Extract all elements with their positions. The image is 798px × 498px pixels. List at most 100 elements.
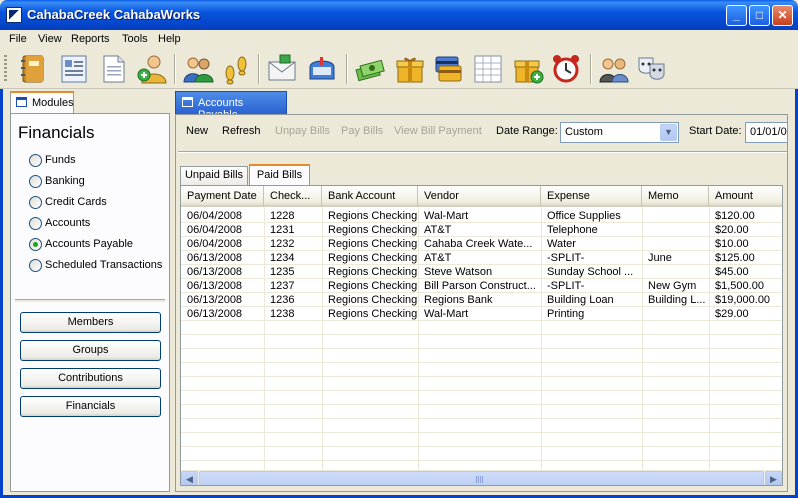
column-header-amount[interactable]: Amount <box>709 186 782 207</box>
cell-payment-date: 06/04/2008 <box>187 210 243 222</box>
table-row[interactable]: 06/04/2008 1228 Regions Checking Wal-Mart Of… <box>181 209 782 223</box>
cell-payment-date: 06/13/2008 <box>187 308 243 320</box>
toolbar-grip[interactable] <box>4 55 7 83</box>
cell-amount: $125.00 <box>715 252 755 264</box>
radio-funds[interactable] <box>29 154 42 167</box>
scroll-left-icon[interactable]: ◀ <box>181 471 198 485</box>
scroll-right-icon[interactable]: ▶ <box>765 471 782 485</box>
cell-memo: New Gym <box>648 280 697 292</box>
minimize-button[interactable]: _ <box>726 5 747 26</box>
cell-expense: Office Supplies <box>547 210 621 222</box>
new-button[interactable]: New <box>186 125 208 137</box>
empty-row <box>181 391 782 405</box>
cell-amount: $20.00 <box>715 224 749 236</box>
radio-banking[interactable] <box>29 175 42 188</box>
date-range-select[interactable]: Custom ▼ <box>560 122 679 143</box>
table-row[interactable]: 06/13/2008 1238 Regions Checking Wal-Mart Pr… <box>181 307 782 321</box>
cell-check: 1238 <box>270 308 295 320</box>
radio-label-accounts-payable[interactable]: Accounts Payable <box>45 238 133 250</box>
mailbox-icon[interactable] <box>306 53 338 85</box>
empty-row <box>181 433 782 447</box>
table-row[interactable]: 06/13/2008 1236 Regions Checking Regions Ba… <box>181 293 782 307</box>
members-button[interactable]: Members <box>20 312 161 333</box>
chevron-down-icon[interactable]: ▼ <box>660 124 677 141</box>
column-header-expense[interactable]: Expense <box>541 186 642 207</box>
title-bar[interactable]: CahabaCreek CahabaWorks _ □ ✕ <box>0 0 798 30</box>
column-header-check[interactable]: Check... <box>264 186 322 207</box>
unpay-bills-button[interactable]: Unpay Bills <box>275 125 330 137</box>
radio-label-credit-cards[interactable]: Credit Cards <box>45 196 107 208</box>
people-icon[interactable] <box>182 53 214 85</box>
document-icon[interactable] <box>98 53 130 85</box>
window-border-left <box>0 30 3 498</box>
member-list-icon[interactable] <box>58 53 90 85</box>
radio-credit-cards[interactable] <box>29 196 42 209</box>
radio-label-accounts[interactable]: Accounts <box>45 217 90 229</box>
cell-expense: Telephone <box>547 224 598 236</box>
cell-amount: $10.00 <box>715 238 749 250</box>
app-icon <box>6 7 22 23</box>
table-row[interactable]: 06/13/2008 1234 Regions Checking AT&T -SPLIT… <box>181 251 782 265</box>
window-icon <box>16 97 27 107</box>
horizontal-scrollbar[interactable]: ◀ ▶ <box>181 470 782 485</box>
money-icon[interactable] <box>354 53 386 85</box>
modules-tab[interactable]: Modules <box>10 91 74 113</box>
close-button[interactable]: ✕ <box>772 5 793 26</box>
menu-view[interactable]: View <box>38 33 62 45</box>
column-header-vendor[interactable]: Vendor <box>418 186 541 207</box>
scroll-thumb[interactable] <box>199 471 764 485</box>
financials-button[interactable]: Financials <box>20 396 161 417</box>
users-icon[interactable] <box>598 53 630 85</box>
table-row[interactable]: 06/13/2008 1235 Regions Checking Steve Wats… <box>181 265 782 279</box>
credit-card-icon[interactable] <box>432 53 464 85</box>
footsteps-icon[interactable] <box>220 53 252 85</box>
table-row[interactable]: 06/13/2008 1237 Regions Checking Bill Parso… <box>181 279 782 293</box>
address-book-icon[interactable] <box>18 53 50 85</box>
radio-label-banking[interactable]: Banking <box>45 175 85 187</box>
column-header-bank-account[interactable]: Bank Account <box>322 186 418 207</box>
contributions-button[interactable]: Contributions <box>20 368 161 389</box>
alarm-clock-icon[interactable] <box>550 53 582 85</box>
refresh-button[interactable]: Refresh <box>222 125 261 137</box>
cell-vendor: Bill Parson Construct... <box>424 280 536 292</box>
cell-vendor: AT&T <box>424 252 452 264</box>
radio-scheduled-transactions[interactable] <box>29 259 42 272</box>
menu-help[interactable]: Help <box>158 33 181 45</box>
column-header-payment-date[interactable]: Payment Date <box>181 186 264 207</box>
gift-box-icon[interactable] <box>394 53 426 85</box>
panel-splitter[interactable] <box>15 299 165 303</box>
empty-row <box>181 321 782 335</box>
paid-bills-table: Payment Date Check... Bank Account Vendo… <box>180 185 783 486</box>
cell-payment-date: 06/13/2008 <box>187 252 243 264</box>
cell-expense: Building Loan <box>547 294 614 306</box>
view-bill-payment-button[interactable]: View Bill Payment <box>394 125 482 137</box>
toolbar-separator <box>346 54 348 84</box>
table-row[interactable]: 06/04/2008 1231 Regions Checking AT&T Teleph… <box>181 223 782 237</box>
radio-label-scheduled-transactions[interactable]: Scheduled Transactions <box>45 259 162 271</box>
envelope-icon[interactable] <box>266 53 298 85</box>
groups-button[interactable]: Groups <box>20 340 161 361</box>
tab-paid-bills[interactable]: Paid Bills <box>249 164 310 185</box>
tab-unpaid-bills[interactable]: Unpaid Bills <box>180 166 248 185</box>
radio-accounts-payable[interactable] <box>29 238 42 251</box>
empty-row <box>181 447 782 461</box>
cell-bank-account: Regions Checking <box>328 308 418 320</box>
menu-reports[interactable]: Reports <box>71 33 110 45</box>
menu-tools[interactable]: Tools <box>122 33 148 45</box>
maximize-button[interactable]: □ <box>749 5 770 26</box>
accounts-payable-tab[interactable]: Accounts Payable <box>175 91 287 121</box>
column-header-memo[interactable]: Memo <box>642 186 709 207</box>
panel-title: Financials <box>18 123 95 142</box>
empty-row <box>181 335 782 349</box>
theater-masks-icon[interactable] <box>636 53 668 85</box>
table-row[interactable]: 06/04/2008 1232 Regions Checking Cahaba Cre… <box>181 237 782 251</box>
menu-file[interactable]: File <box>9 33 27 45</box>
radio-accounts[interactable] <box>29 217 42 230</box>
person-green-icon[interactable] <box>136 53 168 85</box>
pay-bills-button[interactable]: Pay Bills <box>341 125 383 137</box>
radio-label-funds[interactable]: Funds <box>45 154 76 166</box>
spreadsheet-grid-icon[interactable] <box>472 53 504 85</box>
table-header: Payment Date Check... Bank Account Vendo… <box>181 186 782 207</box>
gift-box-green-icon[interactable] <box>512 53 544 85</box>
start-date-input[interactable]: 01/01/0 <box>745 122 787 143</box>
